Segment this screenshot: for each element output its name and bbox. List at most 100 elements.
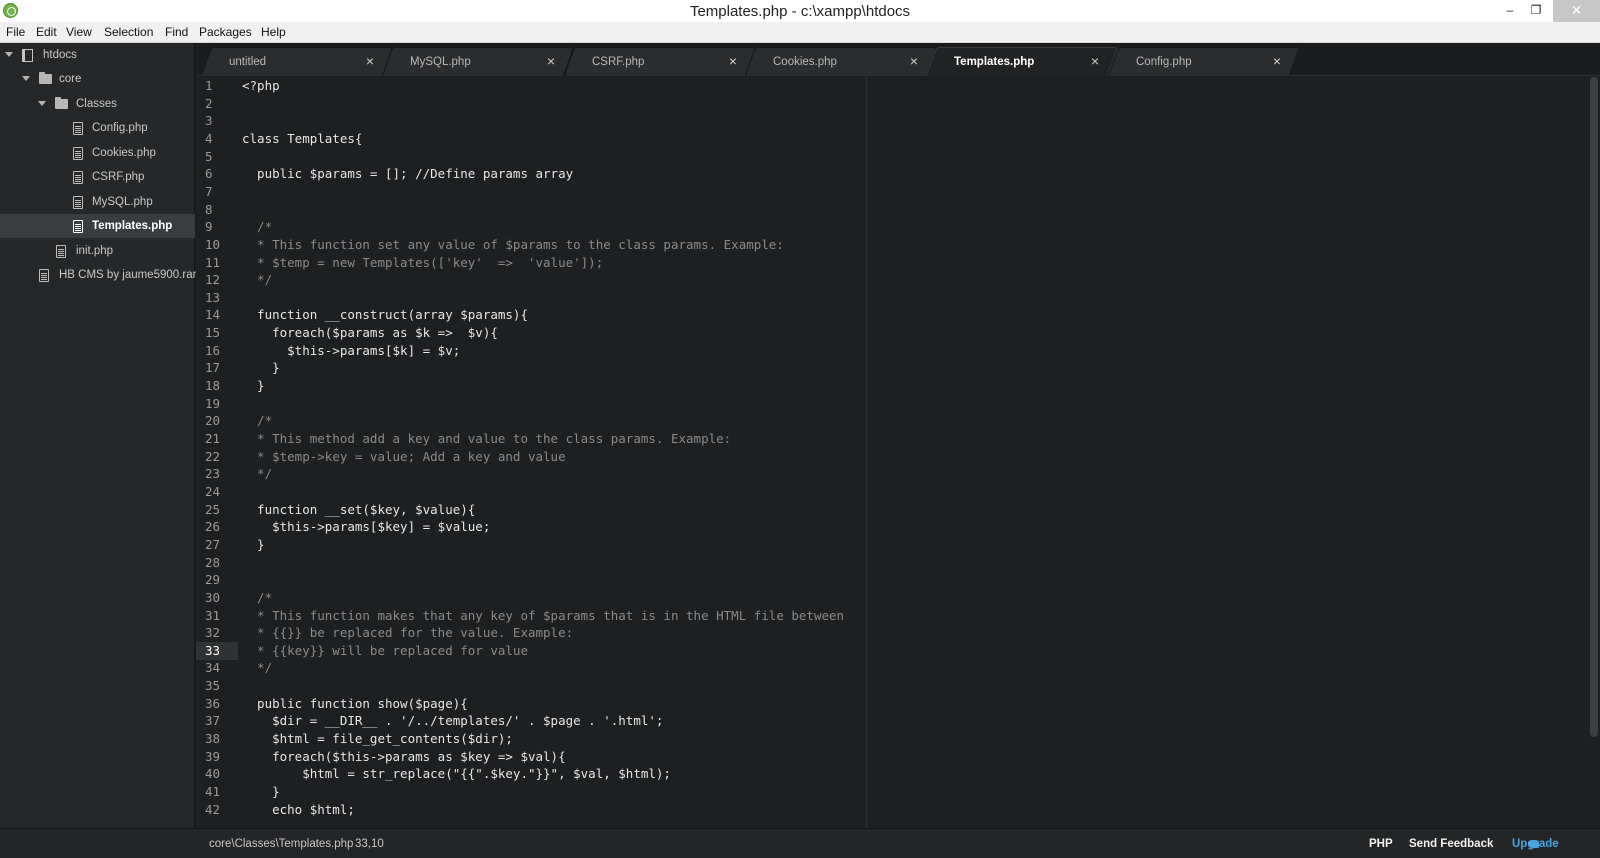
tree-item-classes[interactable]: Classes bbox=[0, 92, 195, 116]
line-number[interactable]: 21 bbox=[196, 430, 238, 448]
tree-item-config-php[interactable]: Config.php bbox=[0, 116, 195, 140]
code-line[interactable]: * $temp->key = value; Add a key and valu… bbox=[242, 448, 566, 466]
line-number[interactable]: 24 bbox=[196, 483, 238, 501]
line-number[interactable]: 41 bbox=[196, 783, 238, 801]
tree-item-init-php[interactable]: init.php bbox=[0, 239, 195, 263]
line-number[interactable]: 16 bbox=[196, 342, 238, 360]
code-line[interactable]: * {{}} be replaced for the value. Exampl… bbox=[242, 624, 573, 642]
line-number[interactable]: 28 bbox=[196, 554, 238, 572]
menu-edit[interactable]: Edit bbox=[36, 25, 57, 39]
code-editor[interactable]: 1 2 3 4 5 6 7 8 9 10 11 12 13 14 15 16 17 18 19 20 21 22 23 24 2… bbox=[196, 77, 1600, 828]
line-number[interactable]: 13 bbox=[196, 289, 238, 307]
code-line[interactable]: /* bbox=[242, 589, 272, 607]
line-number[interactable]: 22 bbox=[196, 448, 238, 466]
status-file-path[interactable]: core\Classes\Templates.php bbox=[209, 838, 353, 850]
code-line[interactable]: class Templates{ bbox=[242, 130, 362, 148]
code-line[interactable]: } bbox=[242, 359, 280, 377]
line-number[interactable]: 39 bbox=[196, 748, 238, 766]
code-line[interactable]: * {{key}} will be replaced for value bbox=[242, 642, 528, 660]
line-number[interactable]: 23 bbox=[196, 465, 238, 483]
code-line[interactable]: * This function set any value of $params… bbox=[242, 236, 784, 254]
code-line[interactable]: public $params = []; //Define params arr… bbox=[242, 165, 573, 183]
close-tab-icon[interactable]: × bbox=[1273, 53, 1281, 69]
close-tab-icon[interactable]: × bbox=[366, 53, 374, 69]
line-number[interactable]: 11 bbox=[196, 254, 238, 272]
code-line[interactable]: foreach($params as $k => $v){ bbox=[242, 324, 498, 342]
line-number[interactable]: 15 bbox=[196, 324, 238, 342]
tab-templates-php[interactable]: Templates.php × bbox=[925, 47, 1119, 76]
code-line[interactable]: * $temp = new Templates(['key' => 'value… bbox=[242, 254, 603, 272]
code-line[interactable]: public function show($page){ bbox=[242, 695, 468, 713]
minimize-button[interactable]: – bbox=[1497, 0, 1523, 22]
code-line[interactable]: } bbox=[242, 377, 265, 395]
menu-find[interactable]: Find bbox=[165, 25, 188, 39]
menu-selection[interactable]: Selection bbox=[104, 25, 153, 39]
menu-view[interactable]: View bbox=[66, 25, 92, 39]
tree-item-mysql-php[interactable]: MySQL.php bbox=[0, 190, 195, 214]
tab-cookies-php[interactable]: Cookies.php × bbox=[744, 47, 938, 76]
code-line[interactable]: function __construct(array $params){ bbox=[242, 306, 528, 324]
tab-untitled[interactable]: untitled × bbox=[200, 47, 394, 76]
line-number[interactable]: 3 bbox=[196, 112, 238, 130]
code-line[interactable]: $dir = __DIR__ . '/../templates/' . $pag… bbox=[242, 712, 663, 730]
menu-packages[interactable]: Packages bbox=[199, 25, 252, 39]
close-tab-icon[interactable]: × bbox=[729, 53, 737, 69]
close-window-button[interactable]: ✕ bbox=[1553, 0, 1600, 22]
status-cursor-position[interactable]: 33,10 bbox=[355, 838, 384, 850]
vertical-scrollbar[interactable] bbox=[1590, 77, 1598, 737]
line-number[interactable]: 10 bbox=[196, 236, 238, 254]
menu-help[interactable]: Help bbox=[261, 25, 286, 39]
upgrade-button[interactable]: Upgrade bbox=[1512, 838, 1559, 850]
line-number[interactable]: 18 bbox=[196, 377, 238, 395]
code-line[interactable]: * This function makes that any key of $p… bbox=[242, 607, 844, 625]
chevron-down-icon[interactable] bbox=[5, 52, 13, 57]
line-number[interactable]: 8 bbox=[196, 201, 238, 219]
code-line[interactable]: $this->params[$key] = $value; bbox=[242, 518, 490, 536]
menu-file[interactable]: File bbox=[6, 25, 25, 39]
line-number[interactable]: 4 bbox=[196, 130, 238, 148]
code-line[interactable]: function __set($key, $value){ bbox=[242, 501, 475, 519]
close-tab-icon[interactable]: × bbox=[1091, 53, 1099, 69]
tab-mysql-php[interactable]: MySQL.php × bbox=[381, 47, 575, 76]
code-line[interactable]: <?php bbox=[242, 77, 280, 95]
send-feedback-button[interactable]: Send Feedback bbox=[1409, 838, 1493, 850]
tree-item-core[interactable]: core bbox=[0, 67, 195, 91]
maximize-button[interactable]: ❐ bbox=[1523, 0, 1549, 22]
close-tab-icon[interactable]: × bbox=[547, 53, 555, 69]
line-number[interactable]: 29 bbox=[196, 571, 238, 589]
tree-item-htdocs[interactable]: htdocs bbox=[0, 43, 195, 67]
line-number[interactable]: 33 bbox=[196, 641, 238, 660]
code-line[interactable]: */ bbox=[242, 271, 272, 289]
code-line[interactable]: */ bbox=[242, 659, 272, 677]
line-number[interactable]: 5 bbox=[196, 148, 238, 166]
line-number[interactable]: 7 bbox=[196, 183, 238, 201]
code-line[interactable]: /* bbox=[242, 218, 272, 236]
line-number[interactable]: 26 bbox=[196, 518, 238, 536]
line-number[interactable]: 9 bbox=[196, 218, 238, 236]
code-line[interactable]: * This method add a key and value to the… bbox=[242, 430, 731, 448]
code-line[interactable]: } bbox=[242, 536, 265, 554]
code-line[interactable]: */ bbox=[242, 465, 272, 483]
line-number[interactable]: 36 bbox=[196, 695, 238, 713]
tree-item-templates-php[interactable]: Templates.php bbox=[0, 214, 195, 238]
line-number[interactable]: 25 bbox=[196, 501, 238, 519]
line-number[interactable]: 14 bbox=[196, 306, 238, 324]
code-line[interactable]: $this->params[$k] = $v; bbox=[242, 342, 460, 360]
line-number[interactable]: 19 bbox=[196, 395, 238, 413]
line-number[interactable]: 38 bbox=[196, 730, 238, 748]
tree-item-hb-cms-rar[interactable]: HB CMS by jaume5900.rar bbox=[0, 263, 196, 287]
line-number[interactable]: 32 bbox=[196, 624, 238, 642]
code-line[interactable]: echo $html; bbox=[242, 801, 355, 819]
line-number[interactable]: 30 bbox=[196, 589, 238, 607]
line-number[interactable]: 31 bbox=[196, 607, 238, 625]
code-line[interactable]: /* bbox=[242, 412, 272, 430]
close-tab-icon[interactable]: × bbox=[910, 53, 918, 69]
line-number[interactable]: 35 bbox=[196, 677, 238, 695]
status-grammar[interactable]: PHP bbox=[1369, 838, 1393, 850]
line-number[interactable]: 17 bbox=[196, 359, 238, 377]
line-number[interactable]: 1 bbox=[196, 77, 238, 95]
line-number[interactable]: 12 bbox=[196, 271, 238, 289]
chevron-down-icon[interactable] bbox=[38, 101, 46, 106]
tab-config-php[interactable]: Config.php × bbox=[1107, 47, 1301, 76]
line-number[interactable]: 27 bbox=[196, 536, 238, 554]
